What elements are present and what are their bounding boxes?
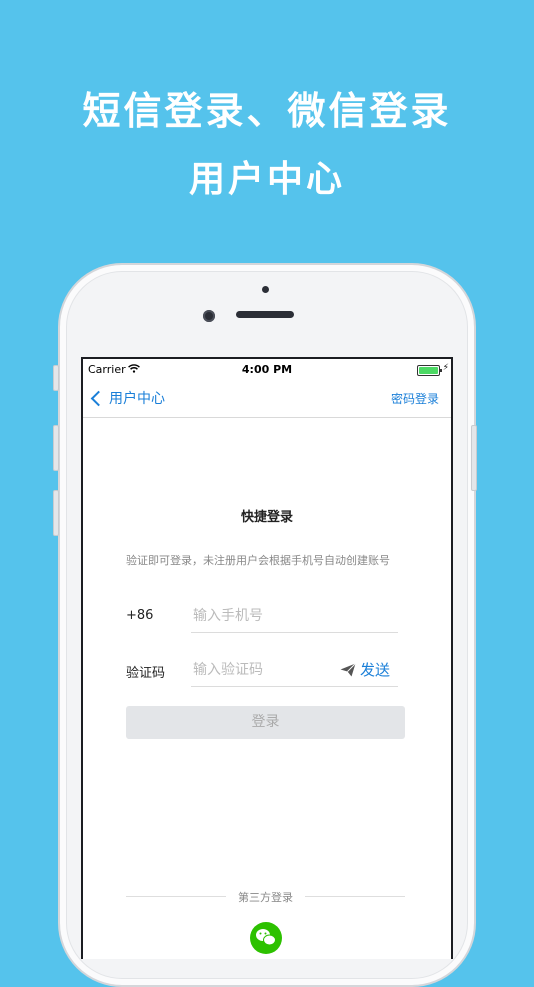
password-login-button[interactable]: 密码登录 (391, 390, 439, 407)
power-button (471, 425, 477, 491)
navigation-bar: 用户中心 密码登录 (83, 381, 451, 418)
wechat-icon[interactable] (250, 922, 282, 954)
country-code[interactable]: +86 (126, 608, 153, 623)
status-bar: Carrier 4:00 PM ⚡ (83, 359, 451, 381)
paper-plane-icon (340, 662, 356, 676)
promo-subheadline: 用户中心 (188, 159, 345, 200)
phone-screen: Carrier 4:00 PM ⚡ 用户中心 密码登录 快捷登录 验证即可登录，… (81, 357, 453, 959)
battery-icon (417, 365, 442, 376)
earpiece-speaker (236, 311, 294, 318)
proximity-sensor (262, 286, 269, 293)
send-code-button[interactable]: 发送 (340, 659, 390, 680)
front-camera (203, 310, 215, 322)
page-title: 快捷登录 (240, 510, 293, 525)
third-party-divider: 第三方登录 (126, 889, 405, 904)
phone-field (191, 600, 398, 633)
back-button[interactable]: 用户中心 (90, 388, 165, 408)
phone-input[interactable] (191, 604, 335, 628)
chevron-left-icon (90, 390, 107, 406)
login-hint: 验证即可登录，未注册用户会根据手机号自动创建账号 (126, 554, 390, 567)
charging-icon: ⚡ (442, 363, 449, 373)
promo-headline: 短信登录、微信登录 (82, 89, 452, 133)
third-party-label: 第三方登录 (238, 891, 293, 904)
volume-up-button (53, 425, 59, 471)
back-label: 用户中心 (109, 391, 165, 407)
code-input[interactable] (191, 658, 335, 682)
phone-row: +86 (126, 600, 398, 634)
login-button[interactable]: 登录 (126, 706, 405, 739)
code-row: 验证码 发送 (126, 654, 398, 688)
mute-switch (53, 365, 59, 391)
status-time: 4:00 PM (241, 363, 293, 376)
send-label: 发送 (359, 661, 390, 679)
volume-down-button (53, 490, 59, 536)
code-label: 验证码 (126, 666, 166, 681)
code-field: 发送 (191, 654, 398, 687)
